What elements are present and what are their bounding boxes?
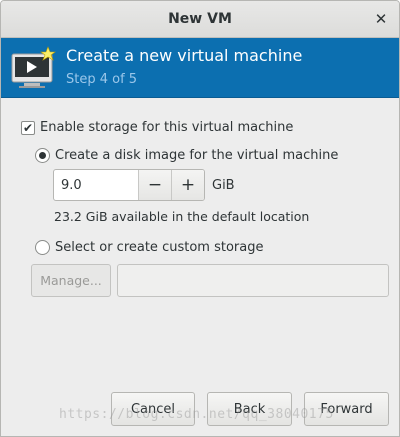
enable-storage-checkbox[interactable]: ✔ Enable storage for this virtual machin…: [21, 120, 293, 135]
close-icon[interactable]: ✕: [371, 9, 391, 29]
new-vm-dialog: New VM ✕ Create a new virtual machine St…: [0, 0, 400, 437]
wizard-step: Step 4 of 5: [66, 72, 138, 87]
watermark-text: https://blog.csdn.net/qq_38040175: [59, 407, 334, 422]
title-bar[interactable]: New VM ✕: [1, 1, 399, 38]
custom-storage-label: Select or create custom storage: [55, 240, 264, 255]
forward-button[interactable]: Forward: [304, 392, 389, 426]
available-space-label: 23.2 GiB available in the default locati…: [54, 209, 310, 224]
cancel-button[interactable]: Cancel: [111, 392, 195, 426]
disk-size-input[interactable]: 9.0: [54, 170, 138, 200]
wizard-header: Create a new virtual machine Step 4 of 5: [1, 38, 399, 98]
radio-unselected-icon[interactable]: [35, 240, 50, 255]
wizard-heading: Create a new virtual machine: [66, 46, 303, 65]
manage-button[interactable]: Manage...: [31, 264, 111, 297]
vm-display-icon: [11, 46, 56, 88]
increment-button[interactable]: +: [171, 170, 204, 200]
create-disk-radio[interactable]: Create a disk image for the virtual mach…: [35, 148, 338, 163]
create-disk-label: Create a disk image for the virtual mach…: [55, 148, 339, 163]
decrement-button[interactable]: −: [138, 170, 171, 200]
enable-storage-label: Enable storage for this virtual machine: [40, 120, 294, 135]
radio-selected-icon[interactable]: [35, 148, 50, 163]
custom-storage-path-field[interactable]: [117, 264, 389, 297]
disk-size-spinbutton[interactable]: 9.0 − +: [53, 169, 205, 201]
window-title: New VM: [168, 11, 232, 27]
size-unit-label: GiB: [212, 178, 235, 193]
back-button[interactable]: Back: [207, 392, 292, 426]
checkbox-checked-icon[interactable]: ✔: [21, 120, 35, 135]
custom-storage-radio[interactable]: Select or create custom storage: [35, 240, 263, 255]
